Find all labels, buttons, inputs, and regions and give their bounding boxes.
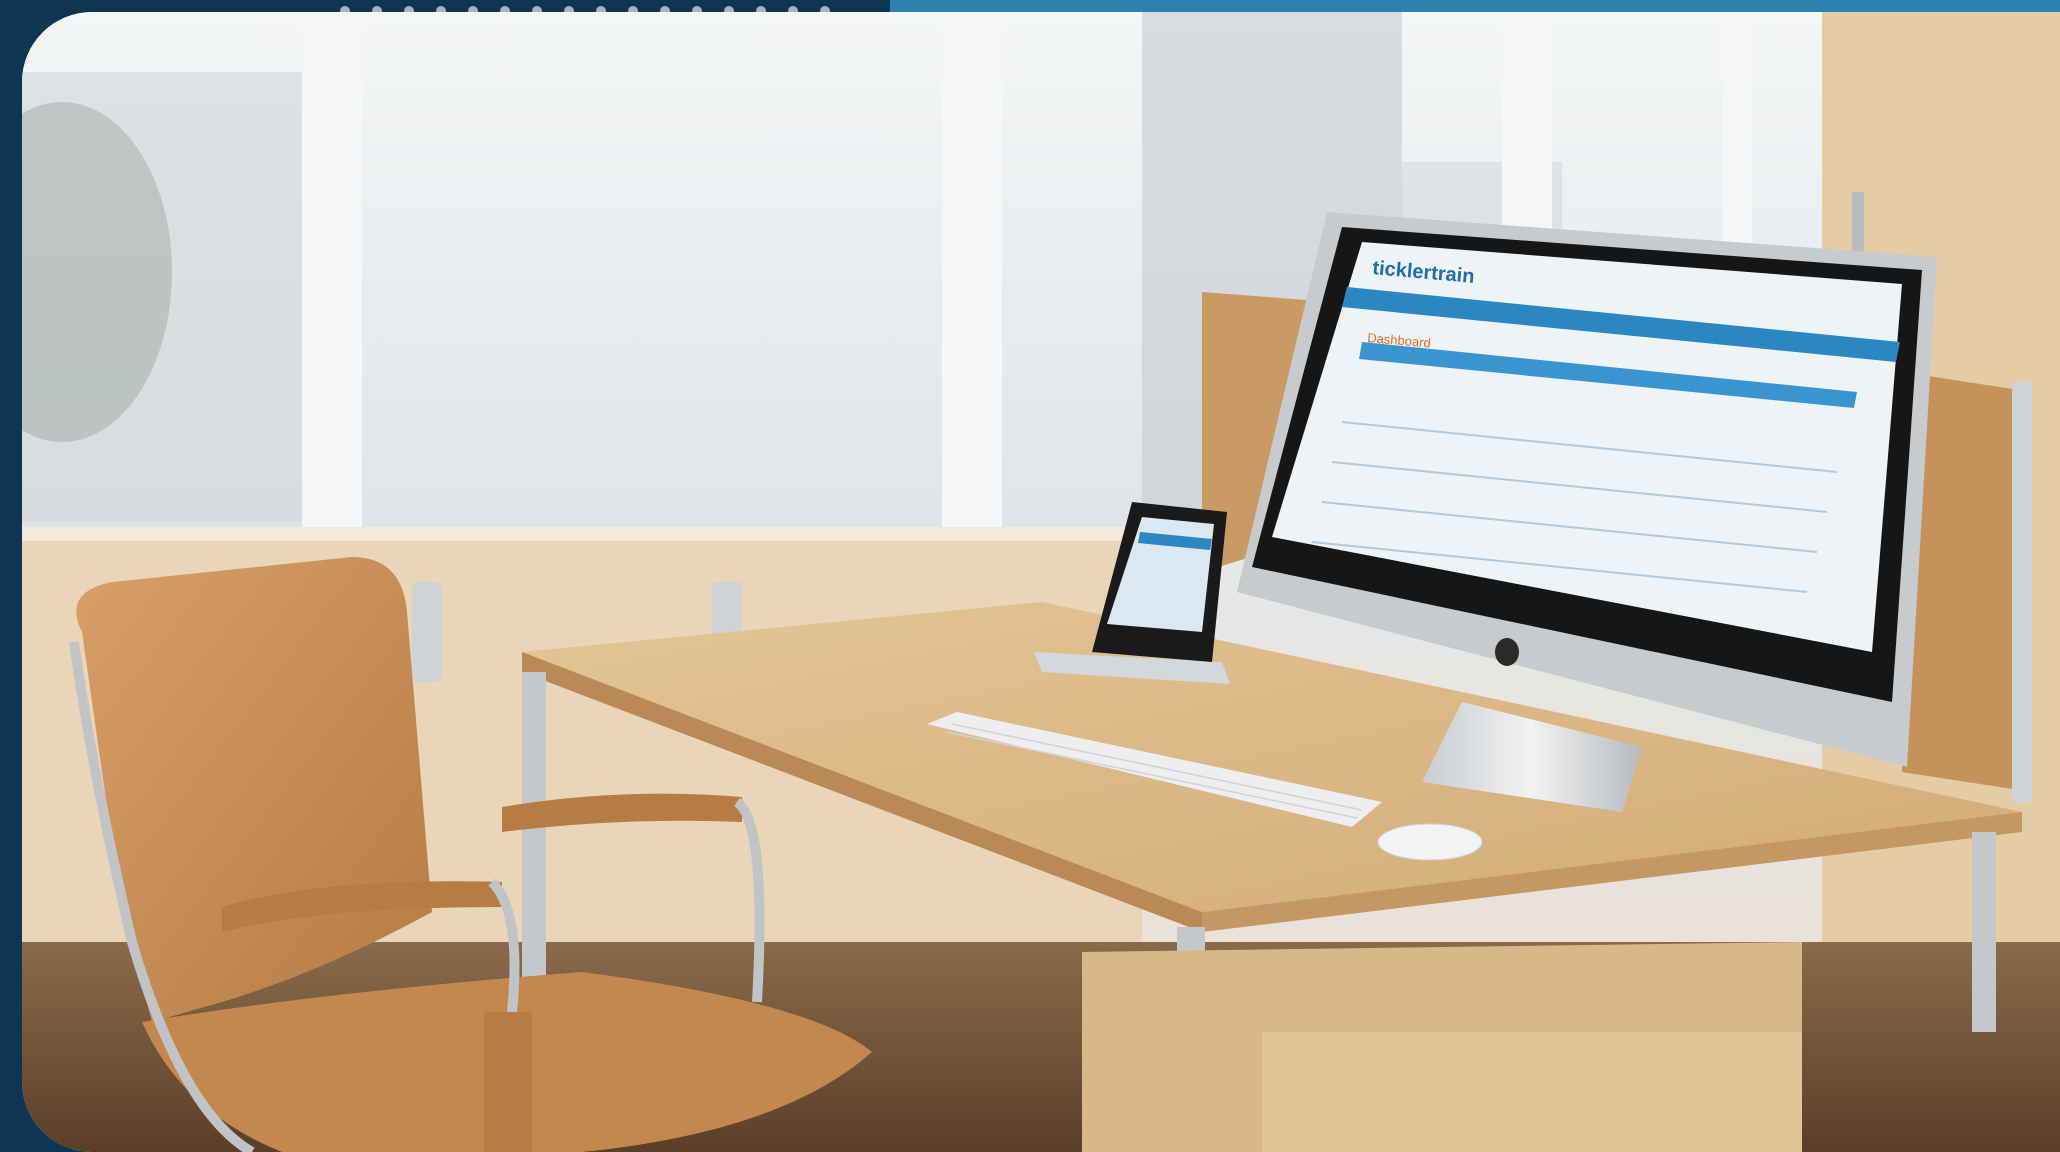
mouse xyxy=(1377,823,1483,861)
desk-leg xyxy=(1972,832,1996,1032)
office-scene: ticklertrain Dashboard xyxy=(22,12,2060,1152)
apple-logo xyxy=(1495,638,1519,666)
photo-frame: ticklertrain Dashboard xyxy=(22,12,2060,1152)
top-accent-bar xyxy=(890,0,2060,12)
desk-leg xyxy=(522,672,546,1012)
